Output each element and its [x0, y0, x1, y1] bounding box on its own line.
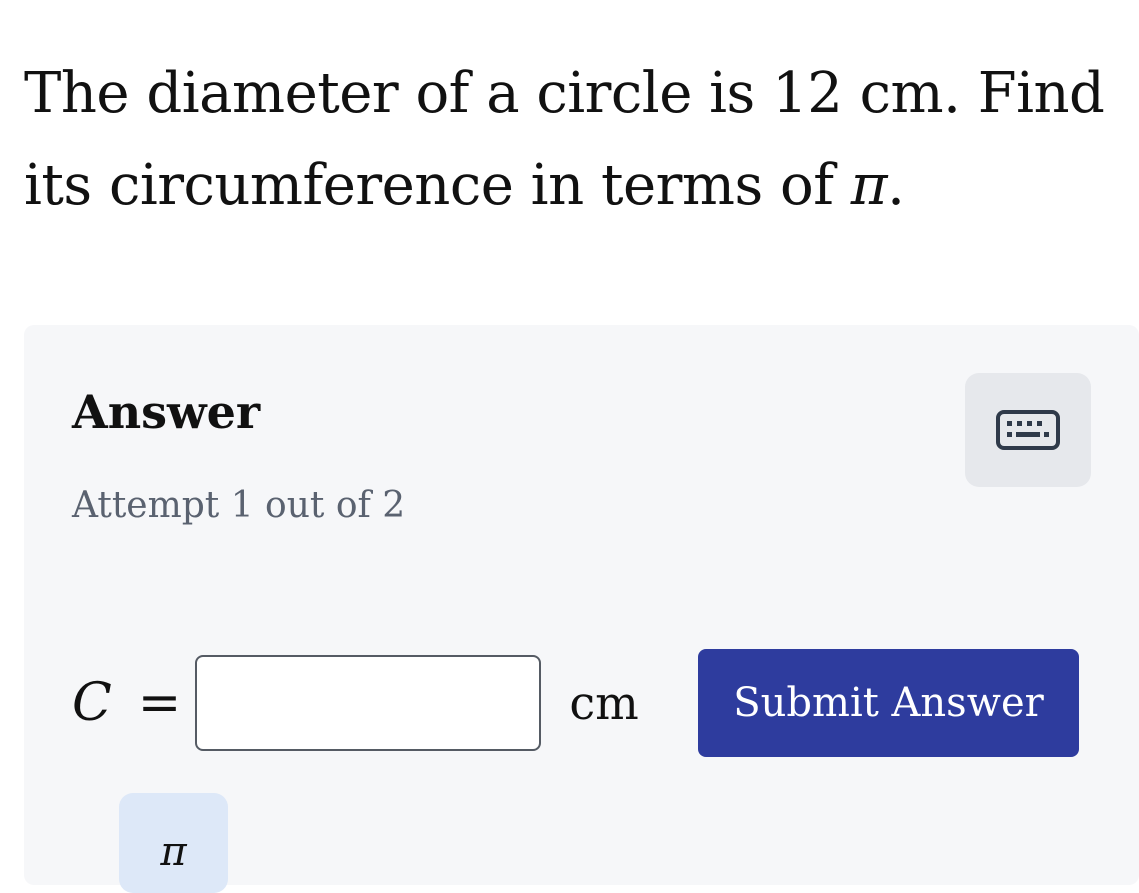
pi-insert-button[interactable]: π	[119, 793, 228, 893]
unit-label: cm	[569, 676, 639, 730]
variable-c: C	[72, 673, 112, 733]
question-line-2-prefix: its circumference in terms of	[24, 153, 851, 218]
answer-title: Answer	[72, 385, 261, 439]
attempt-counter: Attempt 1 out of 2	[72, 485, 406, 526]
keyboard-toggle-button[interactable]	[965, 373, 1091, 487]
question-line-1: The diameter of a circle is 12 cm. Find	[24, 61, 1105, 126]
answer-input[interactable]	[195, 655, 542, 751]
submit-answer-button[interactable]: Submit Answer	[698, 649, 1079, 757]
keyboard-icon	[996, 410, 1060, 450]
question-line-2: its circumference in terms of π.	[24, 140, 1114, 232]
pi-button-label: π	[160, 829, 187, 875]
equals-sign: =	[137, 673, 182, 733]
answer-equation-row: C = cm	[72, 653, 639, 753]
pi-symbol: π	[850, 153, 888, 218]
question-text: The diameter of a circle is 12 cm. Find …	[24, 48, 1114, 232]
answer-panel: Answer Attempt 1 out of 2 C = cm Submit …	[24, 325, 1139, 893]
question-line-2-suffix: .	[887, 153, 905, 218]
